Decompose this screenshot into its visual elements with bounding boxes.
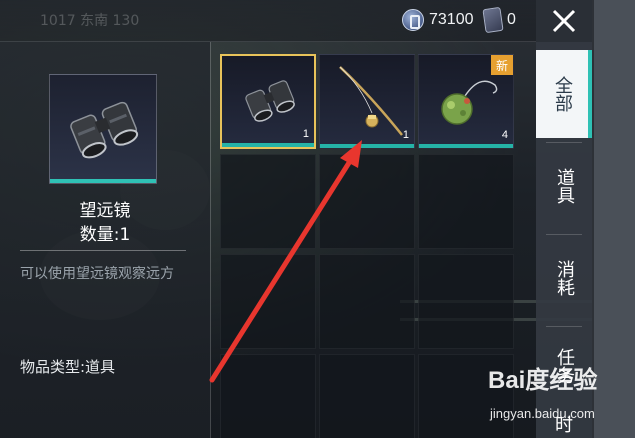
new-badge: 新 (491, 55, 513, 75)
top-status-bar: 1017 东南 130 73100 0 (0, 0, 536, 42)
empty-slot[interactable] (418, 154, 514, 249)
tab-consumables[interactable]: 消耗 (536, 234, 592, 322)
tab-label: 全部 (552, 76, 573, 112)
panel-divider (210, 42, 211, 438)
item-preview (49, 74, 157, 184)
item-type: 物品类型:道具 (20, 358, 116, 376)
slot-fishing-rod[interactable]: 1 (319, 54, 415, 149)
coin-icon (402, 9, 424, 31)
slot-count: 4 (501, 129, 508, 141)
slot-count: 1 (402, 129, 409, 141)
inventory-grid: 1 1 新 4 (220, 54, 514, 438)
slot-binoculars[interactable]: 1 (220, 54, 316, 149)
empty-slot[interactable] (319, 154, 415, 249)
empty-slot[interactable] (319, 354, 415, 438)
tab-label: 道具 (554, 168, 575, 204)
close-icon (552, 9, 576, 33)
tab-label: 消耗 (554, 260, 575, 296)
item-name: 望远镜 (79, 201, 131, 221)
ticket-amount: 0 (507, 11, 516, 28)
watermark-url: jingyan.baidu.com (490, 406, 595, 421)
edge-strip (592, 0, 635, 438)
ticket-icon (482, 6, 504, 34)
tab-all[interactable]: 全部 (536, 50, 592, 138)
empty-slot[interactable] (220, 154, 316, 249)
item-detail-panel: 望远镜 数量:1 可以使用望远镜观察远方 物品类型:道具 (0, 42, 210, 438)
empty-slot[interactable] (319, 254, 415, 349)
tab-props[interactable]: 道具 (536, 142, 592, 230)
detail-divider (20, 250, 186, 251)
ticket-balance: 0 (482, 6, 516, 34)
empty-slot[interactable] (220, 254, 316, 349)
fishing-rod-icon (339, 66, 403, 136)
item-description: 可以使用望远镜观察远方 (20, 266, 174, 282)
coin-balance: 73100 (402, 6, 474, 34)
item-quantity: 数量:1 (79, 225, 131, 245)
close-button[interactable] (536, 0, 592, 42)
watermark-logo: Bai度经验 (488, 367, 598, 394)
coin-amount: 73100 (429, 11, 474, 28)
binoculars-icon (70, 101, 139, 159)
empty-slot[interactable] (418, 254, 514, 349)
slot-fishing-bait[interactable]: 新 4 (418, 54, 514, 149)
compass-readout: 1017 东南 130 (40, 13, 140, 29)
empty-slot[interactable] (220, 354, 316, 438)
slot-count: 1 (302, 128, 309, 140)
